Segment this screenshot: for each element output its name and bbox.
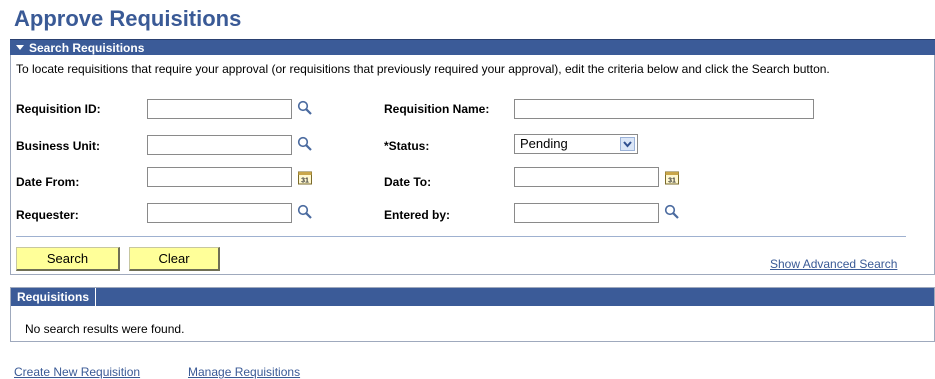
entered-by-label: Entered by: <box>384 208 451 222</box>
entered-by-input[interactable] <box>514 203 659 223</box>
lookup-icon[interactable] <box>297 100 313 116</box>
search-section-toggle[interactable]: Search Requisitions <box>10 40 151 56</box>
search-section-header: Search Requisitions <box>10 39 935 56</box>
date-to-label: Date To: <box>384 175 432 189</box>
calendar-icon[interactable]: 31 <box>664 170 680 186</box>
divider <box>16 236 906 237</box>
status-select[interactable]: Pending <box>514 134 638 154</box>
requisition-id-label: Requisition ID: <box>16 102 101 116</box>
date-from-input[interactable] <box>147 167 292 187</box>
search-instructions: To locate requisitions that require your… <box>16 62 830 76</box>
search-section-title: Search Requisitions <box>29 41 145 55</box>
requisition-name-label: Requisition Name: <box>384 102 490 116</box>
show-advanced-search-link[interactable]: Show Advanced Search <box>770 257 897 271</box>
search-panel <box>10 55 935 275</box>
manage-requisitions-link[interactable]: Manage Requisitions <box>188 365 300 379</box>
results-title: Requisitions <box>11 288 97 306</box>
requisition-id-input[interactable] <box>147 99 292 119</box>
business-unit-input[interactable] <box>147 135 292 155</box>
requester-label: Requester: <box>16 208 79 222</box>
clear-button[interactable]: Clear <box>129 247 220 271</box>
page-title: Approve Requisitions <box>14 6 242 31</box>
status-select-value: Pending <box>520 136 568 151</box>
collapse-triangle-icon <box>16 45 24 51</box>
results-panel: Requisitions No search results were foun… <box>10 287 935 342</box>
lookup-icon[interactable] <box>664 204 680 220</box>
svg-text:31: 31 <box>301 178 309 185</box>
status-label: *Status: <box>384 139 430 153</box>
search-button[interactable]: Search <box>16 247 120 271</box>
chevron-down-icon[interactable] <box>620 137 635 151</box>
results-header: Requisitions <box>11 288 934 306</box>
date-to-input[interactable] <box>514 167 659 187</box>
svg-text:31: 31 <box>668 178 676 185</box>
lookup-icon[interactable] <box>297 204 313 220</box>
lookup-icon[interactable] <box>297 136 313 152</box>
create-new-requisition-link[interactable]: Create New Requisition <box>14 365 140 379</box>
date-from-label: Date From: <box>16 175 80 189</box>
requester-input[interactable] <box>147 203 292 223</box>
business-unit-label: Business Unit: <box>16 139 101 153</box>
no-results-message: No search results were found. <box>25 322 185 336</box>
requisition-name-input[interactable] <box>514 99 814 119</box>
calendar-icon[interactable]: 31 <box>297 170 313 186</box>
